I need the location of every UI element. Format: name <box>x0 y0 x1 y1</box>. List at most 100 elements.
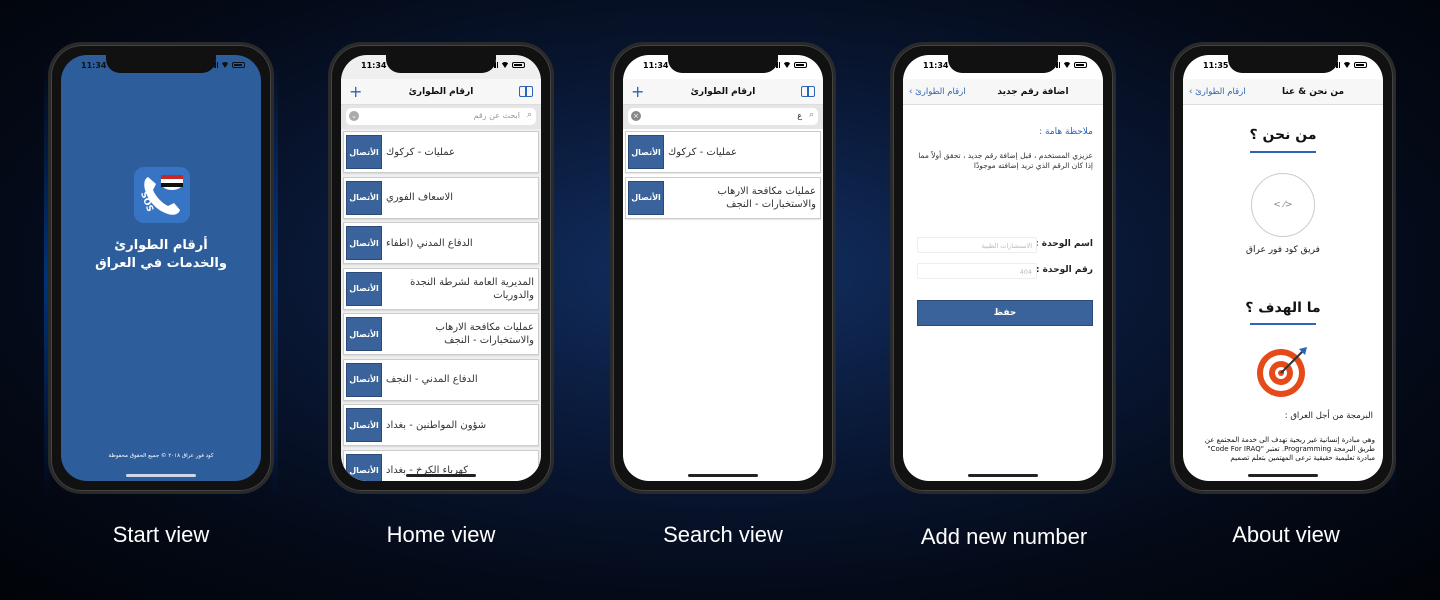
search-placeholder: ابحث عن رقم <box>473 111 520 120</box>
goal-subtitle: البرمجة من أجل العراق : <box>1284 411 1373 421</box>
status-time: 11:35 <box>1203 61 1229 70</box>
item-label: الاسعاف الفوري <box>386 192 453 203</box>
search-bar: ⌕ ع × <box>623 105 823 129</box>
navigation-bar: + ارقام الطوارئ <box>341 79 541 105</box>
start-screen: 11:34 SOS أرقام الطوارئ والخدمات في العر… <box>61 55 261 481</box>
call-button[interactable]: الأتصال <box>346 180 382 215</box>
back-button[interactable]: ‹ ارقام الطوارئ <box>909 87 966 97</box>
search-bar: ⌕ ابحث عن رقم ⌄ <box>341 105 541 129</box>
caption-about: About view <box>1232 522 1340 547</box>
search-query: ع <box>797 111 802 120</box>
goal-text: وهي مبادرة إنسانية غير ربحية تهدف الى خد… <box>1204 436 1375 462</box>
search-icon: ⌕ <box>526 110 532 120</box>
call-button[interactable]: الأتصال <box>628 180 664 215</box>
home-indicator <box>406 474 476 477</box>
book-icon[interactable] <box>801 86 815 97</box>
phone-add: 11:34 ‹ ارقام الطوارئ اضافة رقم جديد ملا… <box>890 42 1116 494</box>
status-time: 11:34 <box>643 61 669 70</box>
app-logo: SOS <box>134 167 190 223</box>
item-label: شؤون المواطنين - بغداد <box>386 419 487 431</box>
wifi-icon <box>221 62 229 68</box>
call-button[interactable]: الأتصال <box>346 135 382 169</box>
call-button[interactable]: الأتصال <box>346 408 382 442</box>
item-label: الدفاع المدني (اطفاء <box>386 237 473 249</box>
unit-name-field: اسم الوحدة : الاستشارات الطبية <box>917 237 1093 253</box>
phone-start: 11:34 SOS أرقام الطوارئ والخدمات في العر… <box>48 42 274 494</box>
phone-about: 11:35 ‹ ارقام الطوارئ من نحن & عنا من نح… <box>1170 42 1396 494</box>
wifi-icon <box>501 62 509 68</box>
list-item: الأتصال شؤون المواطنين - بغداد <box>343 404 539 446</box>
back-label: ارقام الطوارئ <box>1195 87 1246 97</box>
app-title-line1: أرقام الطوارئ <box>114 238 208 253</box>
home-indicator <box>968 474 1038 477</box>
item-label: عمليات مكافحة الارهاب والاستخبارات - الن… <box>717 185 816 210</box>
call-button[interactable]: الأتصال <box>346 226 382 260</box>
wifi-icon <box>783 62 791 68</box>
caption-start: Start view <box>112 522 210 547</box>
call-button[interactable]: الأتصال <box>346 453 382 481</box>
about-screen: 11:35 ‹ ارقام الطوارئ من نحن & عنا من نح… <box>1183 55 1383 481</box>
home-indicator <box>688 474 758 477</box>
contacts-list: الأتصال عمليات - كركوك الأتصال الاسعاف الف… <box>343 131 539 481</box>
phone-home: 11:34 + ارقام الطوارئ ⌕ ابحث عن رقم ⌄ ال… <box>328 42 554 494</box>
caption-home: Home view <box>386 522 496 547</box>
item-label: عمليات مكافحة الارهاب والاستخبارات - الن… <box>435 322 534 346</box>
battery-icon <box>794 62 807 68</box>
back-button[interactable]: ‹ ارقام الطوارئ <box>1189 87 1246 97</box>
unit-name-label: اسم الوحدة : <box>1035 239 1093 249</box>
notch <box>106 55 216 73</box>
unit-number-input[interactable]: 404 <box>917 263 1037 279</box>
battery-icon <box>1354 62 1367 68</box>
app-title-line2: والخدمات في العراق <box>95 255 227 271</box>
item-label: الدفاع المدني - النجف <box>386 374 478 385</box>
results-list: الأتصال عمليات - كركوك الأتصال عمليات مكاف… <box>625 131 821 481</box>
call-button[interactable]: الأتصال <box>346 317 382 351</box>
battery-icon <box>512 62 525 68</box>
back-label: ارقام الطوارئ <box>915 87 966 97</box>
divider <box>1250 323 1316 325</box>
nav-title: اضافة رقم جديد <box>997 87 1069 97</box>
clear-icon[interactable]: × <box>631 111 641 121</box>
unit-name-input[interactable]: الاستشارات الطبية <box>917 237 1037 253</box>
wifi-icon <box>1343 62 1351 68</box>
save-button[interactable]: حفظ <box>917 300 1093 326</box>
wifi-icon <box>1063 62 1071 68</box>
home-indicator <box>126 474 196 477</box>
book-icon[interactable] <box>519 86 533 97</box>
list-item: الأتصال عمليات مكافحة الارهاب والاستخبارا… <box>343 313 539 355</box>
call-button[interactable]: الأتصال <box>346 362 382 397</box>
dropdown-icon[interactable]: ⌄ <box>349 111 359 121</box>
team-logo: < ⁄> <box>1251 173 1315 237</box>
search-icon: ⌕ <box>808 110 814 120</box>
navigation-bar: + ارقام الطوارئ <box>623 79 823 105</box>
notch <box>1228 55 1338 73</box>
list-item: الأتصال الاسعاف الفوري <box>343 176 539 219</box>
list-item: الأتصال عمليات مكافحة الارهاب والاستخبارا… <box>625 176 821 219</box>
battery-icon <box>232 62 245 68</box>
search-screen: 11:34 + ارقام الطوارئ ⌕ ع × الأتصال عمليا… <box>623 55 823 481</box>
notch <box>386 55 496 73</box>
caption-search: Search view <box>663 522 783 547</box>
search-input[interactable]: ⌕ ع × <box>628 108 818 125</box>
divider <box>1250 151 1316 153</box>
notch <box>668 55 778 73</box>
nav-title: ارقام الطوارئ <box>690 87 756 97</box>
search-input[interactable]: ⌕ ابحث عن رقم ⌄ <box>346 108 536 125</box>
notch <box>948 55 1058 73</box>
phone-search: 11:34 + ارقام الطوارئ ⌕ ع × الأتصال عمليا… <box>610 42 836 494</box>
list-item: الأتصال الدفاع المدني (اطفاء <box>343 222 539 264</box>
item-label: عمليات - كركوك <box>668 146 737 158</box>
add-screen: 11:34 ‹ ارقام الطوارئ اضافة رقم جديد ملا… <box>903 55 1103 481</box>
list-item: الأتصال المديرية العامة لشرطة النجدة والد… <box>343 267 539 310</box>
unit-number-field: رقم الوحدة : 404 <box>917 263 1093 279</box>
who-heading: من نحن ؟ <box>1249 127 1317 143</box>
navigation-bar: ‹ ارقام الطوارئ اضافة رقم جديد <box>903 79 1103 105</box>
item-label: عمليات - كركوك <box>386 146 455 158</box>
status-time: 11:34 <box>81 61 107 70</box>
battery-icon <box>1074 62 1087 68</box>
call-button[interactable]: الأتصال <box>628 135 664 169</box>
caption-add: Add new number <box>920 524 1088 549</box>
call-button[interactable]: الأتصال <box>346 271 382 306</box>
home-indicator <box>1248 474 1318 477</box>
nav-title: ارقام الطوارئ <box>408 87 474 97</box>
